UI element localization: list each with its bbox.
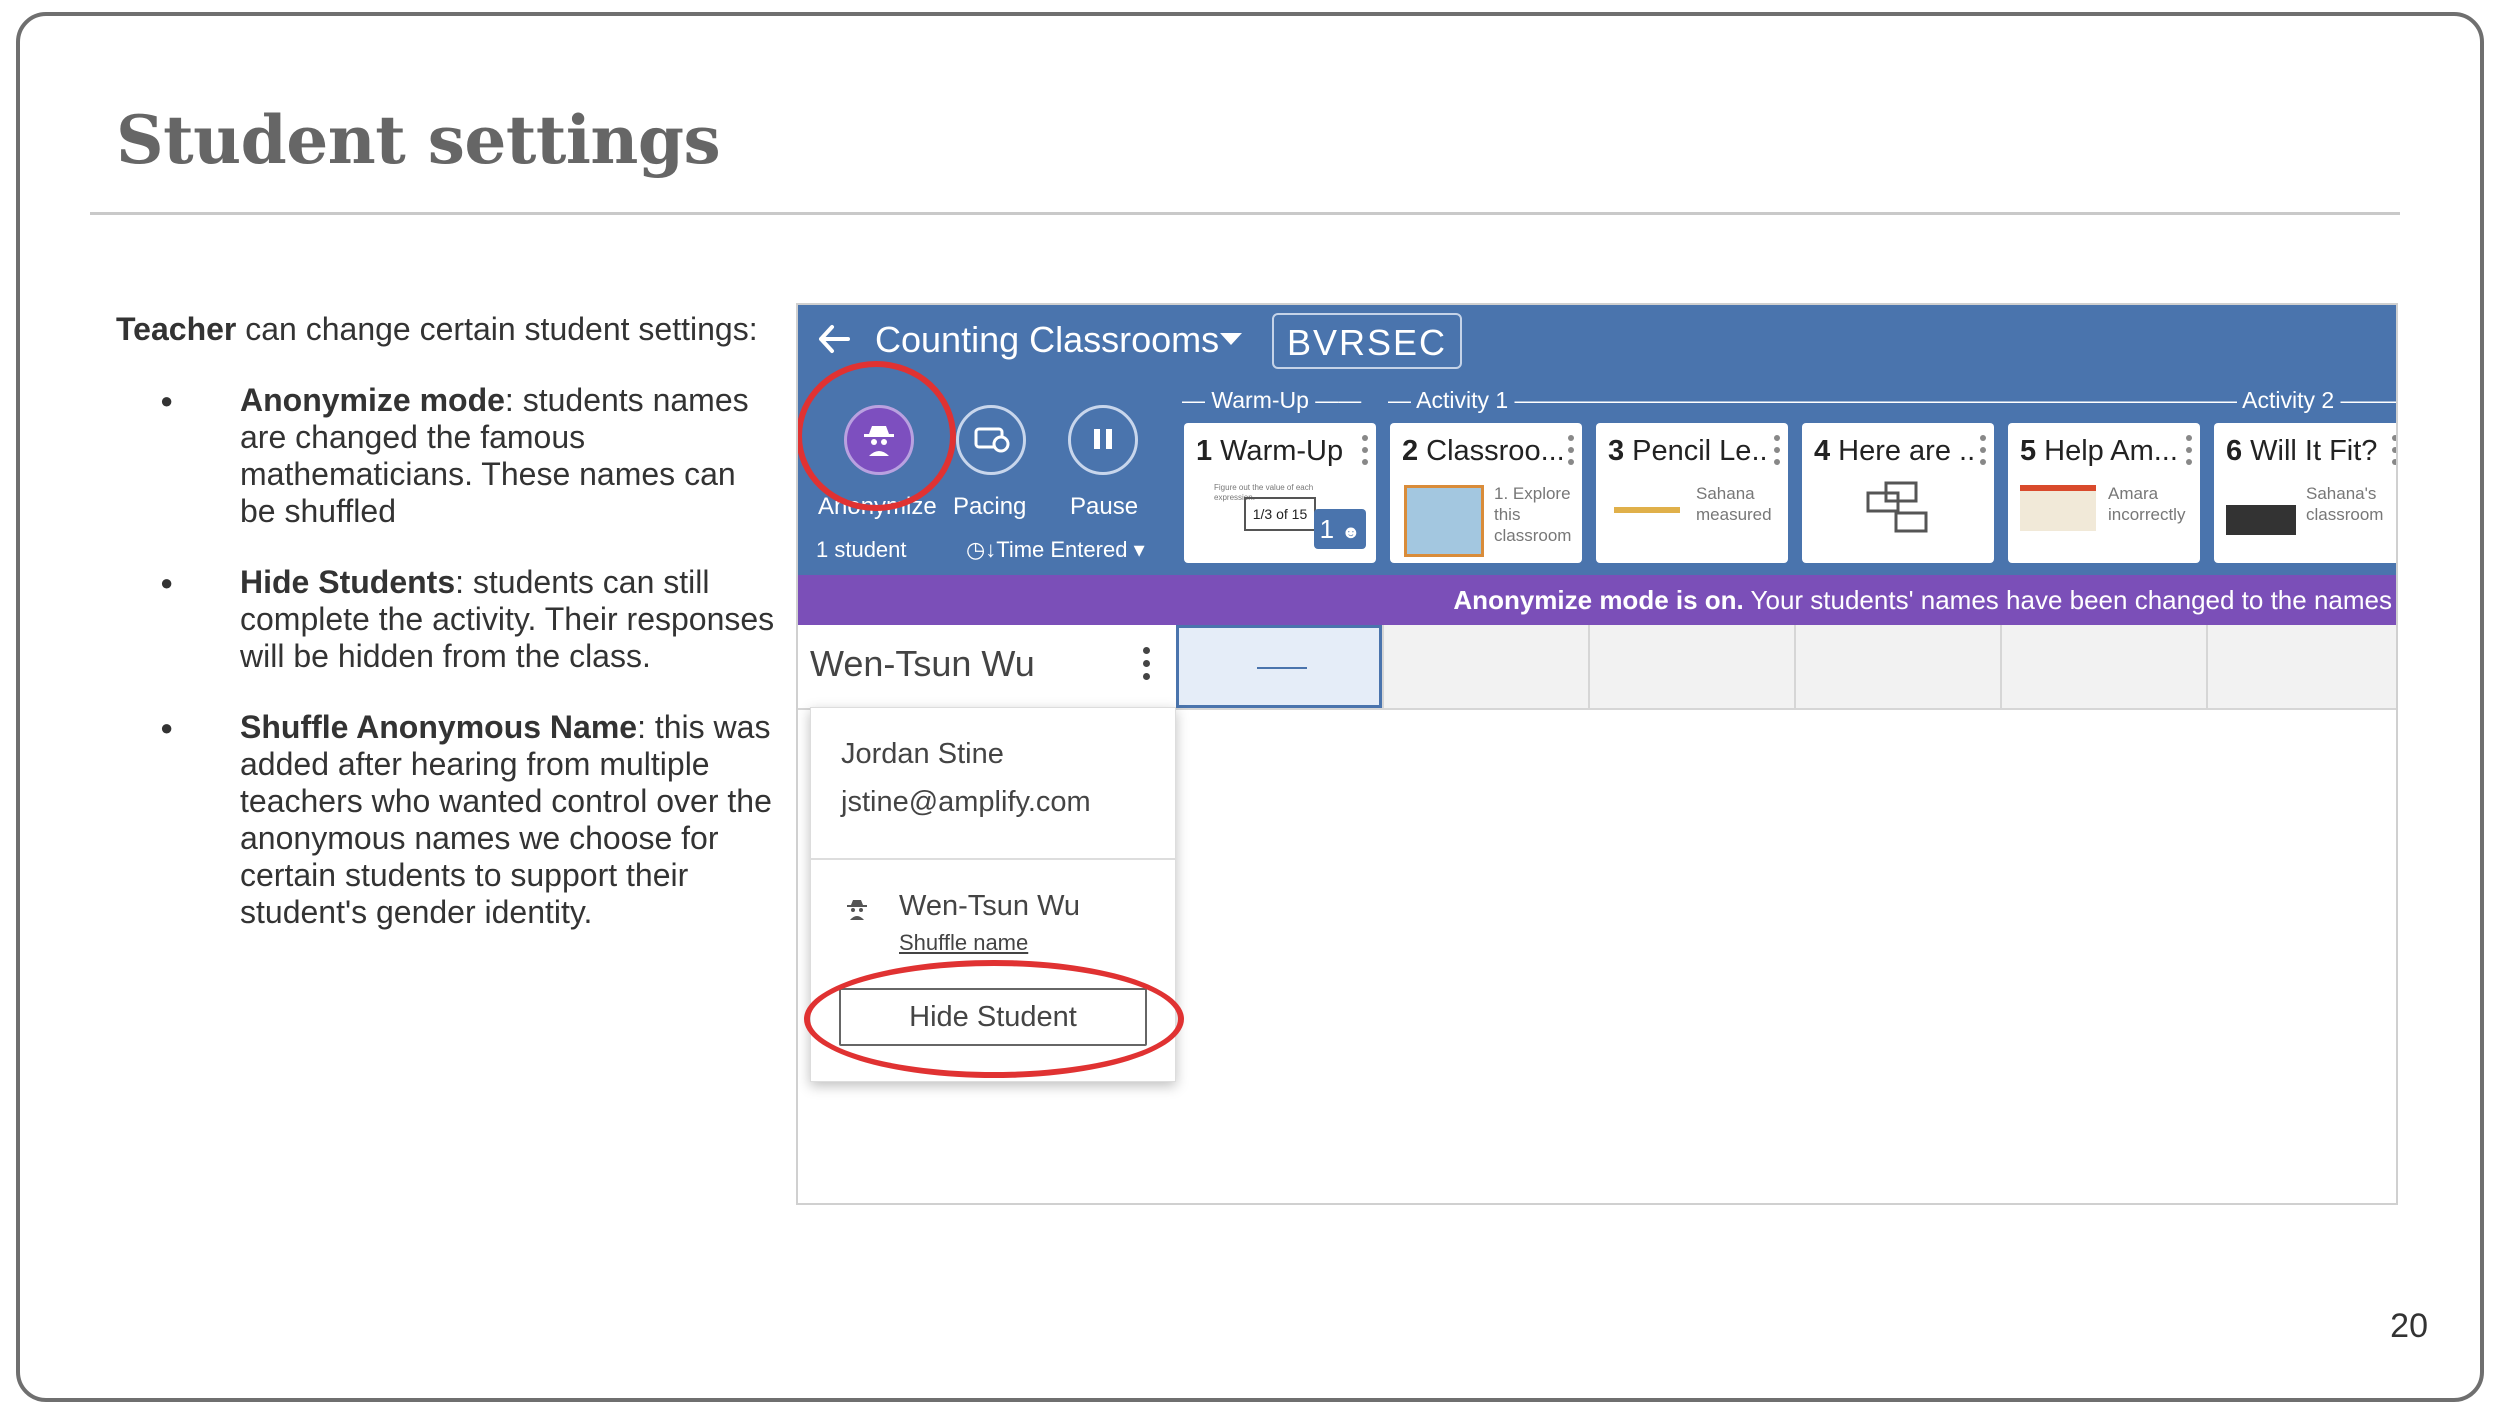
group-activity-2: — Activity 2 ———	[2214, 387, 2396, 413]
kebab-icon[interactable]	[2392, 435, 2396, 471]
group-warm-up: — Warm-Up ——	[1182, 387, 1362, 413]
response-cell[interactable]	[2000, 625, 2206, 708]
student-email: jstine@amplify.com	[841, 786, 1091, 818]
page-number: 20	[2390, 1307, 2428, 1345]
bullet-shuffle-name: Shuffle Anonymous Name: this was added a…	[116, 709, 776, 931]
kebab-icon[interactable]	[1143, 647, 1150, 686]
kebab-icon[interactable]	[2186, 435, 2192, 471]
activity-card-2[interactable]: 2 Classroo... 1. Explore this classroom	[1390, 423, 1582, 563]
bullet-list: Anonymize mode: students names are chang…	[116, 382, 776, 931]
student-count-badge: 1 ☻	[1314, 509, 1366, 549]
response-cell[interactable]	[1794, 625, 2000, 708]
activity-card-5[interactable]: 5 Help Am... Amara incorrectly	[2008, 423, 2200, 563]
slide-title: Student settings	[116, 101, 721, 179]
pause-icon	[1094, 429, 1112, 449]
kebab-icon[interactable]	[1980, 435, 1986, 471]
anonymous-name: Wen-Tsun Wu	[899, 890, 1081, 922]
activity-card-6[interactable]: 6 Will It Fit? Sahana's classroom	[2214, 423, 2396, 563]
activity-card-1[interactable]: 1 Warm-Up Figure out the value of each ex…	[1184, 423, 1376, 563]
fraction-box: 1/3 of 15	[1244, 497, 1316, 531]
pacing-button[interactable]	[956, 405, 1026, 475]
sort-icon: ◷↓	[966, 537, 997, 562]
class-code: BVRSEC	[1272, 313, 1462, 369]
app-header: Counting Classrooms BVRSEC Anonymize Pac…	[798, 305, 2396, 575]
sort-dropdown[interactable]: ◷↓Time Entered ▾	[966, 537, 1145, 563]
pause-button[interactable]	[1068, 405, 1138, 475]
app-screenshot: Counting Classrooms BVRSEC Anonymize Pac…	[796, 303, 2398, 1205]
response-cell[interactable]	[1176, 625, 1382, 708]
student-real-name: Jordan Stine	[841, 738, 1004, 770]
pencil-icon	[1614, 507, 1680, 513]
intro-text: Teacher can change certain student setti…	[116, 311, 758, 347]
student-count: 1 student	[816, 537, 907, 562]
pause-label: Pause	[1070, 493, 1139, 520]
pacing-label: Pacing	[953, 493, 1027, 520]
response-cell[interactable]	[1588, 625, 1794, 708]
back-arrow-icon[interactable]	[816, 321, 856, 361]
highlight-ring-anonymize	[798, 361, 956, 511]
anonymize-banner: Anonymize mode is on. Your students' nam…	[798, 575, 2396, 625]
kebab-icon[interactable]	[1568, 435, 1574, 471]
chevron-down-icon[interactable]	[1220, 333, 1242, 345]
menu-divider	[811, 858, 1175, 860]
pacing-icon	[974, 427, 1010, 453]
bullet-anonymize: Anonymize mode: students names are chang…	[116, 382, 776, 530]
checkmark-thumbnail-icon	[2226, 505, 2296, 535]
title-divider	[90, 212, 2400, 215]
classroom-thumbnail-icon	[1404, 485, 1484, 557]
class-name[interactable]: Counting Classrooms	[875, 319, 1219, 361]
bullet-hide-students: Hide Students: students can still comple…	[116, 564, 776, 675]
highlight-ring-hide-student	[804, 960, 1184, 1078]
chevron-down-icon: ▾	[1133, 537, 1145, 562]
student-name: Wen-Tsun Wu	[810, 643, 1035, 684]
kebab-icon[interactable]	[1362, 435, 1368, 471]
activity-card-4[interactable]: 4 Here are ...	[1802, 423, 1994, 563]
person-icon: ☻	[1341, 522, 1361, 542]
response-cell[interactable]	[1382, 625, 1588, 708]
cell-value	[1257, 667, 1307, 669]
kebab-icon[interactable]	[1774, 435, 1780, 471]
group-activity-1: — Activity 1 ———————————————————————————…	[1388, 387, 2228, 413]
spy-icon	[847, 900, 867, 920]
activity-card-3[interactable]: 3 Pencil Le... Sahana measured	[1596, 423, 1788, 563]
shuffle-name-link[interactable]: Shuffle name	[899, 930, 1028, 956]
flag-thumbnail-icon	[2020, 485, 2096, 531]
response-cell[interactable]	[2206, 625, 2396, 708]
cards-icon	[1866, 481, 1928, 533]
slide-body: Teacher can change certain student setti…	[116, 311, 776, 931]
